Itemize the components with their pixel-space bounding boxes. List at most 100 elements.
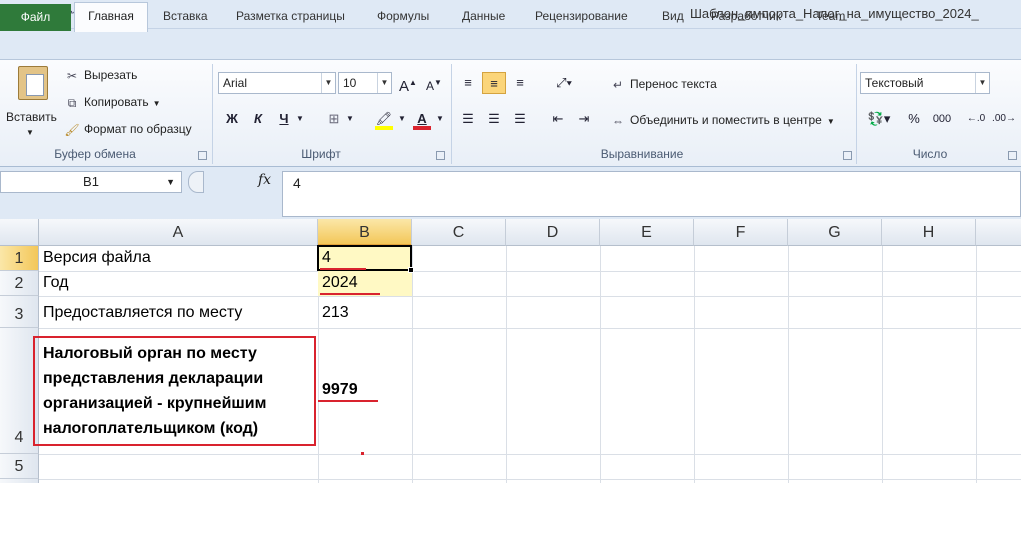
bold-button[interactable]: Ж xyxy=(220,108,244,130)
ribbon-tabs xyxy=(0,29,1021,60)
percent-button[interactable]: % xyxy=(902,108,926,130)
grid-line xyxy=(600,246,601,483)
italic-button[interactable]: К xyxy=(246,108,270,130)
alignment-group-label: Выравнивание xyxy=(600,147,684,161)
cell-b4[interactable]: 9979 xyxy=(322,381,358,399)
tab-review[interactable]: Рецензирование xyxy=(535,5,628,31)
copy-button[interactable]: ⧉ Копировать ▼ xyxy=(64,93,161,113)
align-left-icon[interactable]: ☰ xyxy=(456,108,480,130)
grid-line xyxy=(694,246,695,483)
decrease-decimal-icon[interactable]: .00→ xyxy=(992,108,1016,130)
tab-data[interactable]: Данные xyxy=(462,5,505,31)
tab-page-layout[interactable]: Разметка страницы xyxy=(236,5,345,31)
cell-a1[interactable]: Версия файла xyxy=(43,249,151,267)
increase-decimal-icon[interactable]: ←.0 xyxy=(964,108,988,130)
thousands-button[interactable]: 000 xyxy=(928,108,956,130)
number-format-select[interactable]: Текстовый ▼ xyxy=(860,72,990,94)
chevron-down-icon: ▼ xyxy=(975,73,989,93)
row-header-3[interactable]: 3 xyxy=(0,296,39,328)
merge-icon: ⇔ xyxy=(612,113,624,128)
chevron-down-icon: ▼ xyxy=(377,73,391,93)
grid-line xyxy=(412,246,413,483)
decrease-indent-icon[interactable]: ⇤ xyxy=(546,108,570,130)
fill-color-icon[interactable]: 🖍 xyxy=(372,108,396,130)
col-header-h[interactable]: H xyxy=(882,219,976,246)
grid-line xyxy=(39,271,1021,272)
col-header-d[interactable]: D xyxy=(506,219,600,246)
borders-icon[interactable]: ⊞ xyxy=(322,108,346,130)
chevron-down-icon: ▼ xyxy=(321,73,335,93)
tab-team[interactable]: Team xyxy=(816,5,845,31)
font-name-select[interactable]: Arial ▼ xyxy=(218,72,336,94)
copy-icon: ⧉ xyxy=(67,95,77,110)
select-all-corner[interactable] xyxy=(0,219,39,246)
name-box[interactable]: B1 ▼ xyxy=(0,171,182,193)
decrease-font-icon[interactable]: A▼ xyxy=(422,72,446,94)
row-header-2[interactable]: 2 xyxy=(0,271,39,296)
alignment-launcher-icon[interactable] xyxy=(843,151,852,160)
align-top-icon[interactable]: ≡ xyxy=(456,72,480,94)
tab-insert[interactable]: Вставка xyxy=(163,5,208,31)
tab-formulas[interactable]: Формулы xyxy=(377,5,429,31)
col-header-e[interactable]: E xyxy=(600,219,694,246)
wrap-icon: ↵ xyxy=(612,77,624,92)
number-group-label: Число xyxy=(912,147,948,161)
borders-dropdown-icon[interactable]: ▼ xyxy=(344,108,356,130)
align-middle-icon[interactable]: ≡ xyxy=(482,72,506,94)
row-header-6[interactable] xyxy=(0,479,39,483)
col-header-a[interactable]: A xyxy=(39,219,318,246)
grid-line xyxy=(788,246,789,483)
row-header-5[interactable]: 5 xyxy=(0,454,39,479)
orientation-icon[interactable]: ⤢▾ xyxy=(548,72,580,94)
formula-bar-handle[interactable] xyxy=(188,171,204,193)
cut-button[interactable]: ✂ Вырезать xyxy=(64,66,137,84)
cell-b1[interactable]: 4 xyxy=(322,249,331,267)
font-color-icon[interactable]: A xyxy=(410,108,434,130)
cell-a3[interactable]: Предоставляется по месту xyxy=(43,304,242,322)
red-underline xyxy=(320,293,380,295)
paste-dropdown-icon[interactable]: ▼ xyxy=(26,124,34,142)
tab-home[interactable]: Главная xyxy=(74,2,148,32)
clipboard-launcher-icon[interactable] xyxy=(198,151,207,160)
cell-b2[interactable]: 2024 xyxy=(322,274,358,292)
tab-developer[interactable]: Разработчик xyxy=(711,5,781,31)
font-size-select[interactable]: 10 ▼ xyxy=(338,72,392,94)
red-dot xyxy=(361,452,364,455)
grid-line xyxy=(39,454,1021,455)
red-underline xyxy=(318,400,378,402)
underline-button[interactable]: Ч xyxy=(272,108,296,130)
number-launcher-icon[interactable] xyxy=(1008,151,1017,160)
wrap-text-button[interactable]: ↵ Перенос текста xyxy=(610,75,717,93)
align-bottom-icon[interactable]: ≡ xyxy=(508,72,532,94)
col-header-f[interactable]: F xyxy=(694,219,788,246)
format-painter-button[interactable]: 🖌 Формат по образцу xyxy=(64,120,191,138)
tab-view[interactable]: Вид xyxy=(662,5,684,31)
tab-file[interactable]: Файл xyxy=(0,4,71,31)
row-header-1[interactable]: 1 xyxy=(0,246,39,271)
scissors-icon: ✂ xyxy=(66,68,78,83)
separator xyxy=(856,64,857,164)
underline-dropdown-icon[interactable]: ▼ xyxy=(294,108,306,130)
currency-icon[interactable]: 💱▾ xyxy=(864,108,894,130)
increase-indent-icon[interactable]: ⇥ xyxy=(572,108,596,130)
increase-font-icon[interactable]: A▲ xyxy=(396,72,420,95)
insert-function-icon[interactable]: fx xyxy=(258,172,271,188)
font-launcher-icon[interactable] xyxy=(436,151,445,160)
red-underline xyxy=(320,268,366,270)
fill-dropdown-icon[interactable]: ▼ xyxy=(396,108,408,130)
grid-line xyxy=(39,296,1021,297)
align-center-icon[interactable]: ☰ xyxy=(482,108,506,130)
fill-handle[interactable] xyxy=(408,267,414,273)
cell-b3[interactable]: 213 xyxy=(322,304,349,322)
cell-a2[interactable]: Год xyxy=(43,274,68,292)
col-header-g[interactable]: G xyxy=(788,219,882,246)
col-header-b[interactable]: B xyxy=(318,219,412,246)
grid-line xyxy=(882,246,883,483)
col-header-next[interactable] xyxy=(976,219,1021,246)
col-header-c[interactable]: C xyxy=(412,219,506,246)
merge-center-button[interactable]: ⇔ Объединить и поместить в центре ▼ xyxy=(610,111,835,131)
formula-input[interactable]: 4 xyxy=(282,171,1021,217)
clipboard-group-label: Буфер обмена xyxy=(54,147,136,161)
align-right-icon[interactable]: ☰ xyxy=(508,108,532,130)
font-color-dropdown-icon[interactable]: ▼ xyxy=(434,108,446,130)
